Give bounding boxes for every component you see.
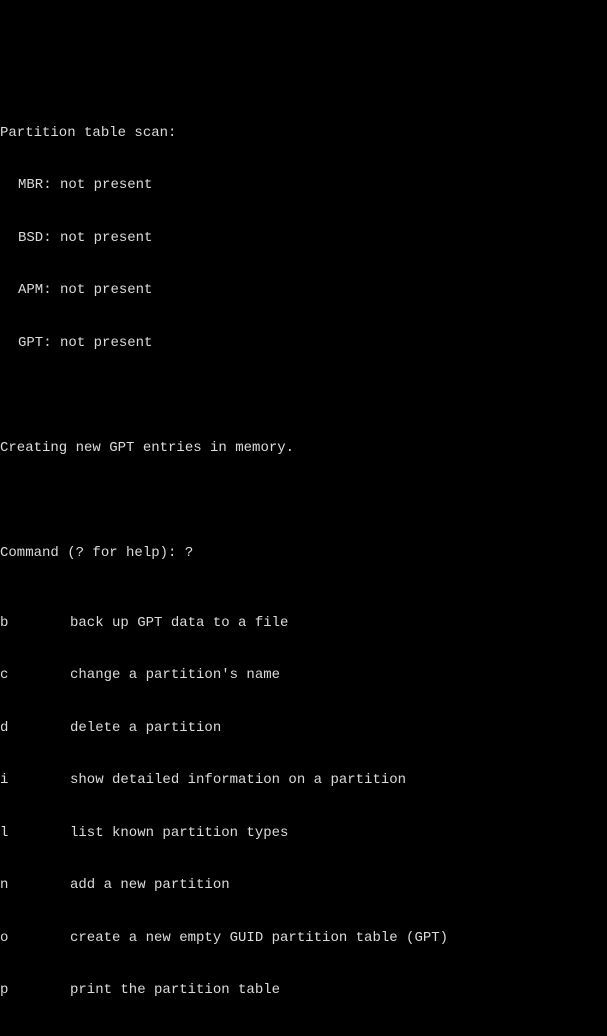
help-menu-item: ddelete a partition — [0, 720, 607, 738]
help-desc: back up GPT data to a file — [70, 615, 288, 633]
scan-label: GPT — [18, 335, 43, 351]
help-key: d — [0, 720, 70, 738]
help-desc: quit without saving changes — [70, 1035, 297, 1036]
help-desc: delete a partition — [70, 720, 221, 738]
help-desc: create a new empty GUID partition table … — [70, 930, 448, 948]
scan-status: not present — [60, 335, 152, 351]
scan-row: APM: not present — [0, 282, 607, 300]
help-desc: show detailed information on a partition — [70, 772, 406, 790]
help-menu-item: bback up GPT data to a file — [0, 615, 607, 633]
help-desc: list known partition types — [70, 825, 288, 843]
scan-label: APM — [18, 282, 43, 298]
help-menu-item: llist known partition types — [0, 825, 607, 843]
help-key: n — [0, 877, 70, 895]
help-key: p — [0, 982, 70, 1000]
terminal-output[interactable]: Partition table scan: MBR: not present B… — [0, 70, 607, 1036]
scan-status: not present — [60, 230, 152, 246]
help-menu-item: pprint the partition table — [0, 982, 607, 1000]
prompt-label: Command (? for help): — [0, 545, 185, 563]
creating-msg: Creating new GPT entries in memory. — [0, 440, 607, 458]
help-key: c — [0, 667, 70, 685]
scan-label: BSD — [18, 230, 43, 246]
help-menu-item: ishow detailed information on a partitio… — [0, 772, 607, 790]
scan-row: MBR: not present — [0, 177, 607, 195]
help-menu-item: cchange a partition's name — [0, 667, 607, 685]
scan-status: not present — [60, 282, 152, 298]
scan-row: GPT: not present — [0, 335, 607, 353]
help-menu-item: ocreate a new empty GUID partition table… — [0, 930, 607, 948]
command-prompt-1: Command (? for help): ? — [0, 545, 607, 563]
scan-status: not present — [60, 177, 152, 193]
help-desc: change a partition's name — [70, 667, 280, 685]
scan-row: BSD: not present — [0, 230, 607, 248]
help-menu-item: qquit without saving changes — [0, 1035, 607, 1036]
help-key: l — [0, 825, 70, 843]
help-key: q — [0, 1035, 70, 1036]
blank-line — [0, 387, 607, 405]
help-desc: print the partition table — [70, 982, 280, 1000]
help-key: b — [0, 615, 70, 633]
help-desc: add a new partition — [70, 877, 230, 895]
help-key: i — [0, 772, 70, 790]
scan-header: Partition table scan: — [0, 125, 607, 143]
blank-line — [0, 492, 607, 510]
scan-label: MBR — [18, 177, 43, 193]
help-key: o — [0, 930, 70, 948]
prompt-value: ? — [185, 545, 193, 563]
help-menu-item: nadd a new partition — [0, 877, 607, 895]
